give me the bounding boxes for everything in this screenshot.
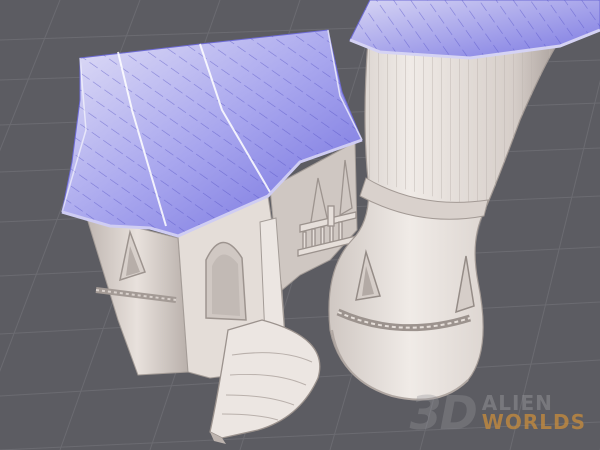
render-viewport: 3D ALIEN WORLDS [0,0,600,450]
tower-roof [349,0,600,60]
scene-render [0,0,600,450]
watermark-3d-mark: 3D [409,386,478,440]
house-model [61,29,363,444]
watermark-text: ALIEN WORLDS [481,393,586,434]
entry-stairs [209,319,321,444]
watermark-worlds: WORLDS [481,410,586,434]
watermark-logo: 3D ALIEN WORLDS [410,390,586,436]
tower-model [328,0,600,401]
